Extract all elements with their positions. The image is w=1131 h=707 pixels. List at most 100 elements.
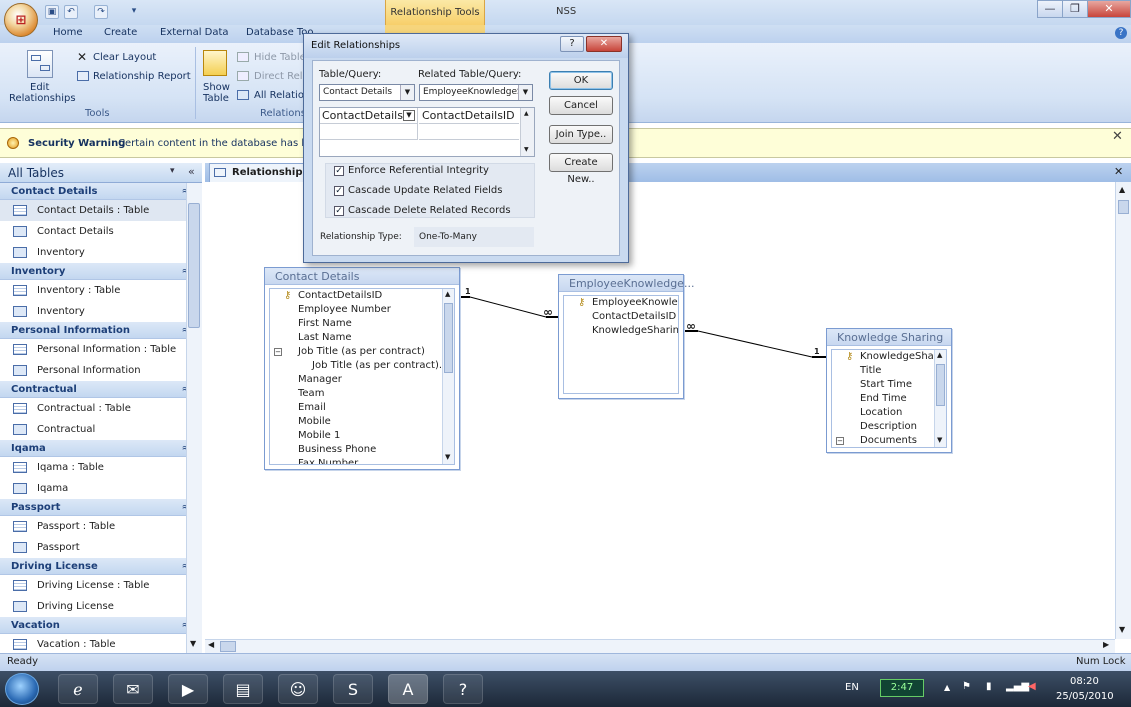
field-row[interactable]: Last Name: [270, 331, 454, 345]
grid-scrollbar[interactable]: ▲ ▼: [520, 108, 534, 156]
scroll-up-icon[interactable]: ▲: [524, 110, 529, 117]
field-row[interactable]: Mobile 1: [270, 429, 454, 443]
help-support-icon[interactable]: ?: [443, 674, 483, 704]
language-indicator[interactable]: EN: [845, 682, 859, 693]
enforce-referential-integrity-checkbox[interactable]: ✓ Enforce Referential Integrity: [334, 165, 489, 176]
field-row[interactable]: Manager: [270, 373, 454, 387]
join-type-button[interactable]: Join Type..: [549, 125, 613, 144]
battery-icon[interactable]: ▮: [986, 681, 992, 692]
chevron-down-icon[interactable]: ▼: [400, 85, 414, 100]
ok-button[interactable]: OK: [549, 71, 613, 90]
related-table-query-select[interactable]: EmployeeKnowledgeSh ▼: [419, 84, 533, 101]
cascade-delete-checkbox[interactable]: ✓ Cascade Delete Related Records: [334, 205, 511, 216]
scroll-up-icon[interactable]: ▲: [937, 351, 942, 359]
edit-relationships-dialog: Edit Relationships ? ✕ Table/Query: Rela…: [303, 33, 629, 263]
field-row[interactable]: ⚷ KnowledgeShar: [832, 350, 946, 364]
field-row[interactable]: Employee Number: [270, 303, 454, 317]
office-button-icon[interactable]: ⊞: [4, 3, 38, 37]
show-hidden-icons-icon[interactable]: ▲: [944, 683, 950, 692]
field-row[interactable]: Title: [832, 364, 946, 378]
volume-muted-icon[interactable]: ◀: [1028, 681, 1036, 692]
table-title[interactable]: Contact Details: [265, 268, 459, 285]
scroll-down-icon[interactable]: ▼: [445, 453, 450, 461]
empty-grid-cell[interactable]: [320, 124, 418, 140]
relationship-line-contact-employee[interactable]: [469, 296, 547, 318]
checkbox-checked[interactable]: ✓: [334, 166, 344, 176]
dialog-help-button[interactable]: ?: [560, 36, 584, 52]
right-field-cell[interactable]: ContactDetailsID: [419, 108, 519, 124]
table-title[interactable]: EmployeeKnowledge...: [559, 275, 694, 292]
field-row[interactable]: Description: [832, 420, 946, 434]
field-mapping-grid: ContactDetails ▼ ContactDetailsID ▲ ▼: [319, 107, 535, 157]
table-scroll-thumb[interactable]: [936, 364, 945, 406]
table-title[interactable]: Knowledge Sharing: [827, 329, 951, 346]
table-employee-knowledge[interactable]: EmployeeKnowledge... ⚷ EmployeeKnowledg Co…: [558, 274, 694, 399]
num-lock-indicator: Num Lock: [1076, 656, 1126, 667]
outlook-icon[interactable]: ✉: [113, 674, 153, 704]
field-name: KnowledgeSharing: [592, 325, 679, 336]
empty-grid-cell[interactable]: [419, 124, 519, 140]
cascade-update-checkbox[interactable]: ✓ Cascade Update Related Fields: [334, 185, 502, 196]
field-row[interactable]: Location: [832, 406, 946, 420]
create-new-button[interactable]: Create New..: [549, 153, 613, 185]
relationship-line-employee-knowledge[interactable]: [697, 330, 813, 358]
primary-key-icon: ⚷: [578, 297, 586, 308]
media-player-icon[interactable]: ▶: [168, 674, 208, 704]
field-name: Location: [860, 407, 903, 418]
clock-time[interactable]: 08:20: [1070, 676, 1099, 687]
network-signal-icon[interactable]: ▂▄▆: [1006, 681, 1029, 692]
field-row[interactable]: Email: [270, 401, 454, 415]
access-icon[interactable]: A: [388, 674, 428, 704]
chevron-down-icon[interactable]: ▼: [518, 85, 532, 100]
table-scrollbar[interactable]: ▲ ▼: [934, 350, 946, 447]
table-contact-details[interactable]: Contact Details ⚷ ContactDetailsID Employe…: [264, 267, 460, 470]
primary-key-icon: ⚷: [846, 351, 854, 362]
cancel-button[interactable]: Cancel: [549, 96, 613, 115]
skype-icon[interactable]: S: [333, 674, 373, 704]
field-row[interactable]: ⚷ EmployeeKnowledg: [564, 296, 678, 310]
field-list: ⚷ KnowledgeShar Title Start Time End Time Loc…: [831, 349, 947, 448]
field-row[interactable]: ContactDetailsID: [564, 310, 678, 324]
field-row[interactable]: Team: [270, 387, 454, 401]
field-name: Fax Number: [298, 458, 359, 465]
collapse-field-icon[interactable]: −: [274, 348, 282, 356]
relationship-type-label: Relationship Type:: [320, 232, 402, 242]
field-row[interactable]: First Name: [270, 317, 454, 331]
field-row[interactable]: Business Phone: [270, 443, 454, 457]
field-row[interactable]: Mobile: [270, 415, 454, 429]
dialog-title-bar[interactable]: Edit Relationships ? ✕: [304, 34, 628, 58]
scroll-up-icon[interactable]: ▲: [445, 290, 450, 298]
collapse-field-icon[interactable]: −: [836, 437, 844, 445]
action-center-flag-icon[interactable]: ⚑: [962, 681, 971, 692]
table-query-select[interactable]: Contact Details ▼: [319, 84, 415, 101]
scroll-down-icon[interactable]: ▼: [937, 436, 942, 444]
scroll-down-icon[interactable]: ▼: [524, 146, 529, 153]
checkbox-checked[interactable]: ✓: [334, 206, 344, 216]
battery-time-badge[interactable]: 2:47: [880, 679, 924, 697]
start-button-icon[interactable]: [5, 673, 39, 705]
table-scrollbar[interactable]: ▲ ▼: [442, 289, 454, 464]
left-field-cell[interactable]: ContactDetails ▼: [320, 108, 418, 124]
field-name: EmployeeKnowledg: [592, 297, 678, 308]
field-name: Business Phone: [298, 444, 377, 455]
chevron-down-icon[interactable]: ▼: [403, 110, 415, 121]
field-row[interactable]: Job Title (as per contract).Va: [270, 359, 454, 373]
field-row[interactable]: − Documents: [832, 434, 946, 447]
table-knowledge-sharing[interactable]: Knowledge Sharing ⚷ KnowledgeShar Title Sta…: [826, 328, 952, 453]
internet-explorer-icon[interactable]: ℯ: [58, 674, 98, 704]
field-row[interactable]: Fax Number: [270, 457, 454, 465]
table-scroll-thumb[interactable]: [444, 303, 453, 373]
checkbox-checked[interactable]: ✓: [334, 186, 344, 196]
field-row[interactable]: − Job Title (as per contract): [270, 345, 454, 359]
field-row[interactable]: KnowledgeSharing: [564, 324, 678, 338]
field-name: Mobile 1: [298, 430, 341, 441]
dialog-close-button[interactable]: ✕: [586, 36, 622, 52]
field-row[interactable]: Start Time: [832, 378, 946, 392]
field-row[interactable]: End Time: [832, 392, 946, 406]
clock-date[interactable]: 25/05/2010: [1056, 691, 1114, 702]
messenger-icon[interactable]: ☺: [278, 674, 318, 704]
explorer-folder-icon[interactable]: ▤: [223, 674, 263, 704]
field-name: Documents: [860, 435, 918, 446]
cascade-update-label: Cascade Update Related Fields: [348, 185, 503, 196]
field-row[interactable]: ⚷ ContactDetailsID: [270, 289, 454, 303]
